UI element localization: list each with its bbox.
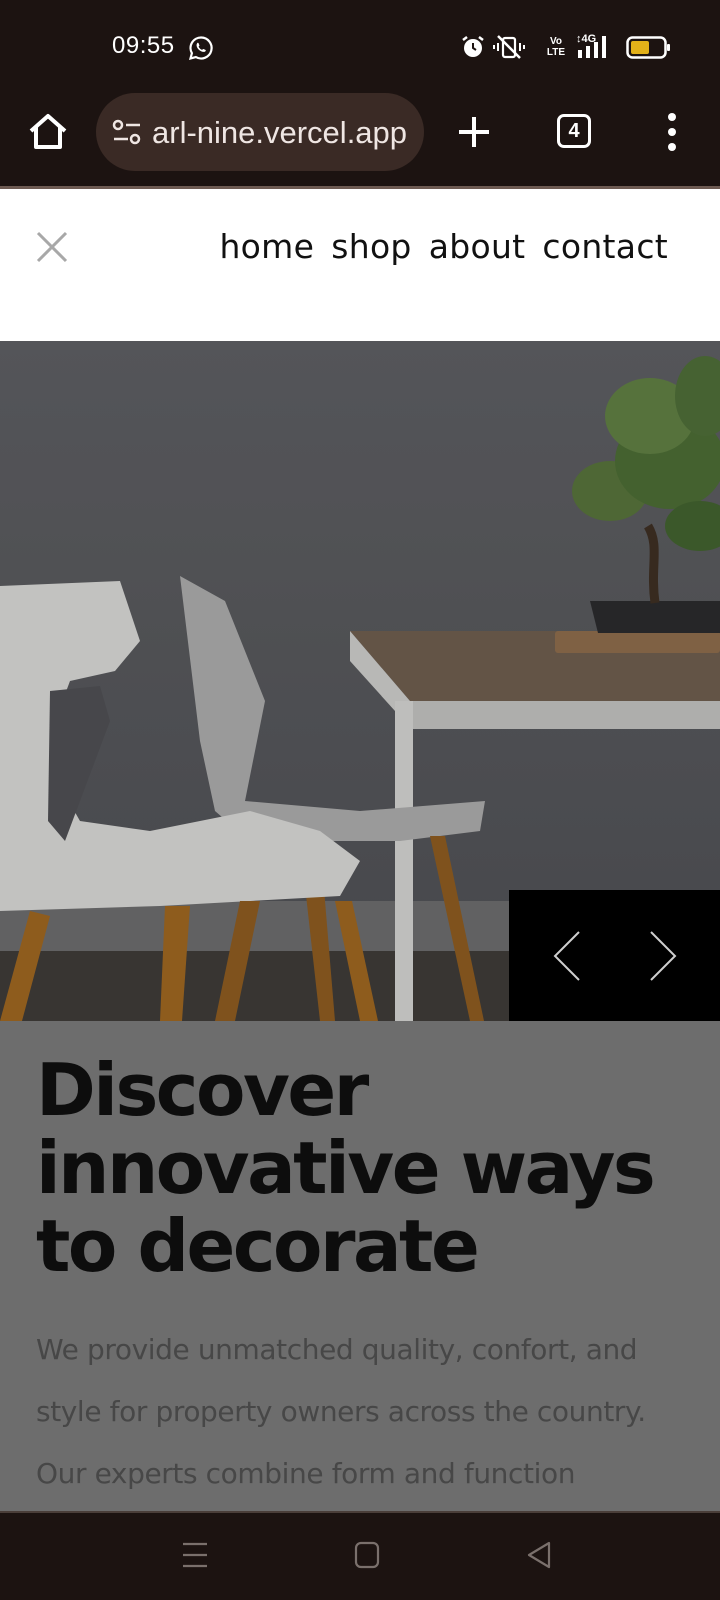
system-nav-bar	[0, 1513, 720, 1600]
address-bar[interactable]: arl-nine.vercel.app	[96, 93, 424, 171]
chevron-right-icon[interactable]	[643, 928, 683, 984]
whatsapp-icon	[188, 36, 213, 61]
home-icon[interactable]	[26, 110, 70, 154]
browser-toolbar: arl-nine.vercel.app 4	[0, 90, 720, 186]
nav-link-shop[interactable]: shop	[331, 227, 411, 266]
4g-signal-icon: ↕4G	[576, 33, 606, 58]
site-nav: home shop about contact	[0, 189, 720, 341]
alarm-icon	[462, 36, 484, 57]
tab-switcher-button[interactable]: 4	[557, 114, 591, 148]
nav-links: home shop about contact	[219, 227, 668, 266]
url-text[interactable]: arl-nine.vercel.app	[152, 115, 412, 151]
site-settings-icon[interactable]	[112, 119, 142, 145]
hero-text-section: Discover innovative ways to decorate We …	[0, 1021, 720, 1513]
vibrate-off-icon	[493, 35, 525, 59]
back-icon[interactable]	[526, 1541, 552, 1569]
more-menu-icon[interactable]	[662, 112, 682, 152]
hero-body: We provide unmatched quality, confort, a…	[36, 1333, 646, 1490]
hero-title: Discover innovative ways to decorate	[36, 1048, 656, 1288]
nav-link-about[interactable]: about	[429, 227, 526, 266]
home-nav-icon[interactable]	[354, 1541, 380, 1569]
volte-icon: Vo LTE	[546, 36, 566, 58]
nav-link-home[interactable]: home	[219, 227, 314, 266]
chevron-left-icon[interactable]	[547, 928, 587, 984]
recent-apps-icon[interactable]	[182, 1541, 208, 1569]
status-time: 09:55	[112, 32, 175, 59]
battery-icon	[626, 36, 670, 59]
close-icon[interactable]	[34, 229, 70, 265]
new-tab-icon[interactable]	[456, 114, 492, 150]
slider-controls	[509, 890, 720, 1021]
status-bar: 09:55 Vo LTE ↕4G	[0, 0, 720, 90]
nav-link-contact[interactable]: contact	[542, 227, 668, 266]
svg-text:↕4G: ↕4G	[576, 33, 596, 45]
